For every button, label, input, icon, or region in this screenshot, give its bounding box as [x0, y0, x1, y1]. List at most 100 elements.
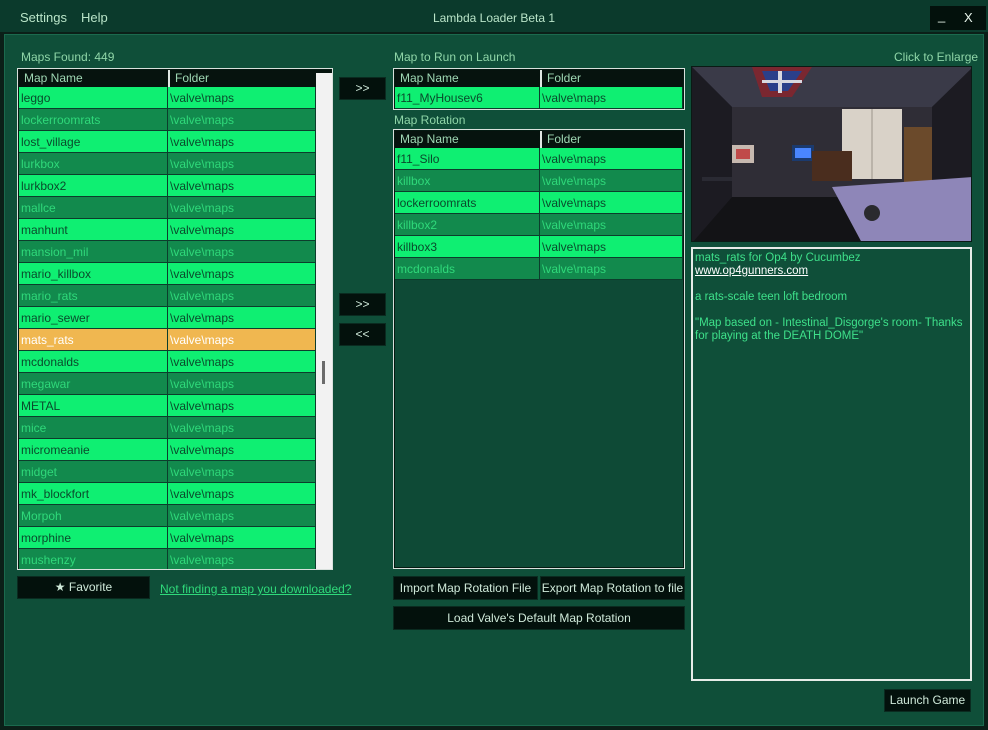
- column-header[interactable]: Map Name: [19, 70, 168, 87]
- grid-header: Map Name Folder: [395, 131, 683, 148]
- folder-cell: \valve\maps: [168, 87, 316, 109]
- table-row[interactable]: mats_rats \valve\maps: [19, 329, 331, 351]
- maps-scrollbar[interactable]: [316, 73, 332, 569]
- map-name-cell: killbox2: [395, 214, 540, 236]
- map-name-cell: lurkbox2: [19, 175, 168, 197]
- table-row[interactable]: manhunt \valve\maps: [19, 219, 331, 241]
- map-name-cell: mcdonalds: [19, 351, 168, 373]
- map-name-cell: mario_killbox: [19, 263, 168, 285]
- table-row[interactable]: lockerroomrats \valve\maps: [19, 109, 331, 131]
- rotation-grid[interactable]: Map Name Folder f11_Silo \valve\maps killbox…: [393, 129, 685, 569]
- table-row[interactable]: lurkbox2 \valve\maps: [19, 175, 331, 197]
- table-row[interactable]: micromeanie \valve\maps: [19, 439, 331, 461]
- folder-cell: \valve\maps: [168, 483, 316, 505]
- map-name-cell: lockerroomrats: [19, 109, 168, 131]
- table-row[interactable]: killbox \valve\maps: [395, 170, 683, 192]
- table-row[interactable]: mcdonalds \valve\maps: [395, 258, 683, 280]
- map-name-cell: mk_blockfort: [19, 483, 168, 505]
- column-header[interactable]: Folder: [540, 131, 683, 148]
- description-line2: a rats-scale teen loft bedroom: [695, 291, 848, 303]
- map-name-cell: lurkbox: [19, 153, 168, 175]
- table-row[interactable]: lockerroomrats \valve\maps: [395, 192, 683, 214]
- folder-cell: \valve\maps: [540, 214, 683, 236]
- table-row[interactable]: mario_rats \valve\maps: [19, 285, 331, 307]
- add-to-launch-button[interactable]: >>: [339, 77, 386, 100]
- map-name-cell: killbox: [395, 170, 540, 192]
- table-row[interactable]: killbox2 \valve\maps: [395, 214, 683, 236]
- table-row[interactable]: killbox3 \valve\maps: [395, 236, 683, 258]
- table-row[interactable]: METAL \valve\maps: [19, 395, 331, 417]
- scroll-thumb[interactable]: [322, 361, 325, 384]
- click-to-enlarge-label: Click to Enlarge: [894, 50, 979, 64]
- folder-cell: \valve\maps: [168, 549, 316, 569]
- title-bar: Settings Help Lambda Loader Beta 1 _ X: [0, 0, 988, 32]
- load-default-rotation-button[interactable]: Load Valve's Default Map Rotation: [393, 606, 685, 630]
- folder-cell: \valve\maps: [168, 395, 316, 417]
- export-rotation-button[interactable]: Export Map Rotation to file: [540, 576, 685, 600]
- map-name-cell: f11_Silo: [395, 148, 540, 170]
- add-to-rotation-button[interactable]: >>: [339, 293, 386, 316]
- launch-grid[interactable]: Map Name Folder f11_MyHousev6 \valve\maps: [393, 68, 685, 110]
- not-finding-map-link[interactable]: Not finding a map you downloaded?: [160, 582, 351, 596]
- map-name-cell: mansion_mil: [19, 241, 168, 263]
- table-row[interactable]: mallce \valve\maps: [19, 197, 331, 219]
- folder-cell: \valve\maps: [168, 527, 316, 549]
- table-row[interactable]: mice \valve\maps: [19, 417, 331, 439]
- table-row[interactable]: Morpoh \valve\maps: [19, 505, 331, 527]
- table-row[interactable]: f11_Silo \valve\maps: [395, 148, 683, 170]
- column-header[interactable]: Map Name: [395, 70, 540, 87]
- folder-cell: \valve\maps: [168, 439, 316, 461]
- table-row[interactable]: mario_killbox \valve\maps: [19, 263, 331, 285]
- table-row[interactable]: mk_blockfort \valve\maps: [19, 483, 331, 505]
- table-row[interactable]: megawar \valve\maps: [19, 373, 331, 395]
- table-row[interactable]: lost_village \valve\maps: [19, 131, 331, 153]
- table-row[interactable]: f11_MyHousev6 \valve\maps: [395, 87, 683, 109]
- map-name-cell: manhunt: [19, 219, 168, 241]
- table-row[interactable]: lurkbox \valve\maps: [19, 153, 331, 175]
- table-row[interactable]: mario_sewer \valve\maps: [19, 307, 331, 329]
- map-name-cell: lost_village: [19, 131, 168, 153]
- folder-cell: \valve\maps: [168, 373, 316, 395]
- map-name-cell: micromeanie: [19, 439, 168, 461]
- table-row[interactable]: mushenzy \valve\maps: [19, 549, 331, 569]
- folder-cell: \valve\maps: [168, 153, 316, 175]
- column-header[interactable]: Folder: [168, 70, 316, 87]
- folder-cell: \valve\maps: [168, 197, 316, 219]
- folder-cell: \valve\maps: [168, 461, 316, 483]
- description-line1: mats_rats for Op4 by Cucumbez: [695, 252, 861, 264]
- table-row[interactable]: midget \valve\maps: [19, 461, 331, 483]
- column-header[interactable]: Folder: [540, 70, 683, 87]
- table-row[interactable]: mansion_mil \valve\maps: [19, 241, 331, 263]
- table-row[interactable]: morphine \valve\maps: [19, 527, 331, 549]
- import-rotation-button[interactable]: Import Map Rotation File: [393, 576, 538, 600]
- folder-cell: \valve\maps: [168, 131, 316, 153]
- minimize-button[interactable]: _: [938, 8, 945, 23]
- folder-cell: \valve\maps: [540, 170, 683, 192]
- favorite-button[interactable]: ★ Favorite: [17, 576, 150, 599]
- map-name-cell: killbox3: [395, 236, 540, 258]
- folder-cell: \valve\maps: [168, 241, 316, 263]
- remove-from-rotation-button[interactable]: <<: [339, 323, 386, 346]
- folder-cell: \valve\maps: [168, 329, 316, 351]
- map-name-cell: METAL: [19, 395, 168, 417]
- map-name-cell: mario_sewer: [19, 307, 168, 329]
- maps-grid[interactable]: Map Name Folder leggo \valve\maps lockerroom…: [17, 68, 333, 570]
- map-name-cell: mice: [19, 417, 168, 439]
- table-row[interactable]: leggo \valve\maps: [19, 87, 331, 109]
- map-name-cell: megawar: [19, 373, 168, 395]
- launch-game-button[interactable]: Launch Game: [884, 689, 971, 712]
- map-name-cell: Morpoh: [19, 505, 168, 527]
- bedroom-scene-icon: [692, 67, 971, 241]
- website-link[interactable]: www.op4gunners.com: [695, 265, 808, 277]
- map-preview-image[interactable]: [691, 66, 972, 242]
- column-header[interactable]: Map Name: [395, 131, 540, 148]
- folder-cell: \valve\maps: [168, 351, 316, 373]
- map-name-cell: mcdonalds: [395, 258, 540, 280]
- description-line3: "Map based on - Intestinal_Disgorge's ro…: [695, 317, 963, 342]
- maps-found-label: Maps Found: 449: [21, 50, 115, 64]
- folder-cell: \valve\maps: [168, 285, 316, 307]
- close-button[interactable]: X: [964, 10, 973, 25]
- table-row[interactable]: mcdonalds \valve\maps: [19, 351, 331, 373]
- map-name-cell: leggo: [19, 87, 168, 109]
- grid-header: Map Name Folder: [395, 70, 683, 87]
